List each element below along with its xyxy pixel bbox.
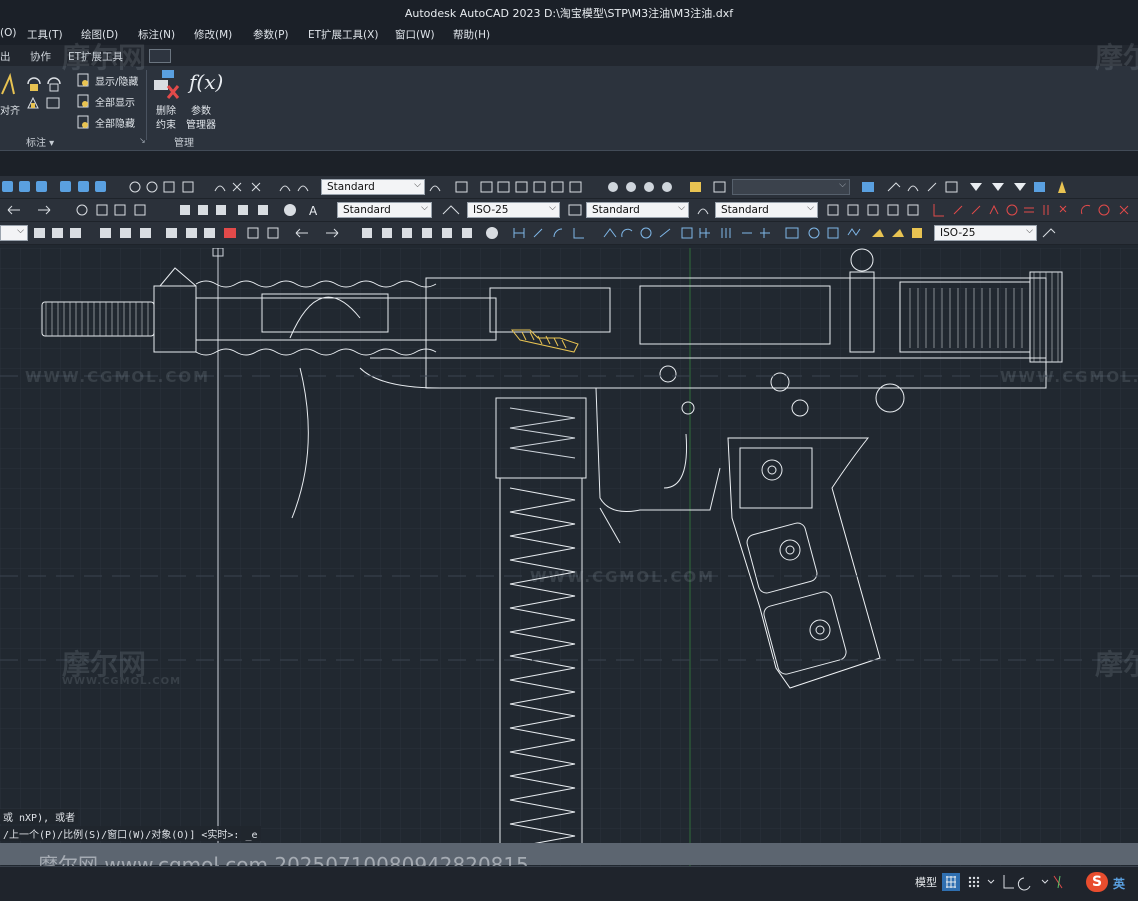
toolbar-3-icons-left[interactable] [30,225,500,241]
watermark-brand-1: 摩尔网 [62,41,147,74]
watermark-brand-2: 摩尔网 [1095,41,1138,74]
toolbar-1-icons-right[interactable] [858,179,1138,195]
chevron-down-icon: ⌵ [421,203,428,213]
status-bar-icons[interactable] [942,872,1082,892]
menu-item-format[interactable]: (O) [0,27,16,39]
ribbon-gap [0,151,1138,176]
window-title: Autodesk AutoCAD 2023 D:\淘宝模型\STP\M3注油\M… [404,7,734,20]
fx-parameters-icon[interactable]: f(x) [189,70,223,94]
ribbon-separator [146,70,147,140]
tab-overflow-button[interactable] [149,49,171,63]
menu-item-tools[interactable]: 工具(T) [27,27,63,42]
watermark-url-3: WWW.CGMOL.COM [530,568,716,586]
annotation-text-style-value: Standard [343,204,391,216]
menu-bar: (O) 工具(T) 绘图(D) 标注(N) 修改(M) 参数(P) ET扩展工具… [0,24,1138,45]
text-style-select[interactable]: Standard ⌵ [321,179,425,195]
table-style-select[interactable]: Standard ⌵ [586,202,689,218]
toolbar-2-icons-right[interactable] [824,202,1138,218]
menu-item-parametric[interactable]: 参数(P) [253,27,289,42]
show-all-button[interactable]: 全部显示 [95,94,135,109]
delete-constraint-label-1[interactable]: 删除 [156,102,176,117]
chevron-down-icon: ⌵ [678,203,685,213]
cad-drawing[interactable] [0,248,1138,868]
menu-item-window[interactable]: 窗口(W) [395,27,435,42]
table-style-icon[interactable] [566,202,586,218]
ime-logo-icon[interactable]: S [1086,872,1108,892]
model-space-button[interactable]: 模型 [915,874,937,890]
chevron-down-icon: ⌵ [549,203,556,213]
panel-title-annotate[interactable]: 标注 ▾ [26,134,54,149]
menu-item-modify[interactable]: 修改(M) [194,27,232,42]
annotation-text-style-select[interactable]: Standard ⌵ [337,202,432,218]
multileader-style-value: Standard [721,204,769,216]
toolbar-row-3: ⌵ ISO-25 ⌵ [0,222,1138,245]
watermark-url-1: WWW.CGMOL.COM [25,368,211,386]
dimension-style-value: ISO-25 [473,204,509,216]
layer-state-select[interactable]: ⌵ [0,225,28,241]
text-style-value: Standard [327,181,375,193]
chevron-down-icon: ⌵ [1026,226,1033,236]
menu-item-help[interactable]: 帮助(H) [453,27,490,42]
svg-text:A: A [309,204,318,218]
title-bar: Autodesk AutoCAD 2023 D:\淘宝模型\STP\M3注油\M… [0,0,1138,24]
dim-style-icon[interactable] [440,202,464,218]
toolbar-1-icons-left[interactable] [0,179,320,195]
toolbar-1-icons-mid[interactable] [428,179,728,195]
drawing-canvas[interactable]: 摩尔网 摩尔网 WWW.CGMOL.COM WWW.CGMOL.COM WWW.… [0,41,1138,868]
command-prompt-line[interactable]: /上一个(P)/比例(S)/窗口(W)/对象(O)] <实时>: _e [0,826,261,841]
toolbar-row-1: Standard ⌵ ⌵ [0,176,1138,199]
tab-collaborate[interactable]: 协作 [30,49,51,64]
watermark-url-2: WWW.CGMOL.COM [1000,368,1138,386]
ribbon-panel: 对齐 显示/隐藏 全部显示 全部隐藏 删除 约束 f(x) 参数 管理器 标注 … [0,66,1138,151]
dimension-style-select[interactable]: ISO-25 ⌵ [467,202,560,218]
chevron-down-icon: ⌵ [839,180,846,190]
dimension-style-select-2[interactable]: ISO-25 ⌵ [934,225,1037,241]
hide-all-button[interactable]: 全部隐藏 [95,115,135,130]
dimension-tools-icons-row[interactable] [510,225,930,241]
chevron-down-icon: ⌵ [17,226,24,236]
delete-constraint-label-2[interactable]: 约束 [156,116,176,131]
param-manager-label-2[interactable]: 管理器 [186,116,216,131]
ime-language-label[interactable]: 英 [1113,875,1125,892]
param-manager-label-1[interactable]: 参数 [191,102,211,117]
table-style-value: Standard [592,204,640,216]
tab-output[interactable]: 出 [0,49,11,64]
multileader-style-select[interactable]: Standard ⌵ [715,202,818,218]
watermark-url-4: WWW.CGMOL.COM [62,676,182,687]
delete-constraint-icon[interactable] [152,68,180,102]
visibility-icons [77,73,89,129]
toolbar-2-icons-left[interactable]: A [0,202,330,218]
align-label: 对齐 [0,106,20,117]
chevron-down-icon: ⌵ [807,203,814,213]
panel-launcher-icon[interactable]: ↘ [139,136,146,145]
chevron-down-icon: ⌵ [414,180,421,190]
watermark-brand-4: 摩尔网 [1095,648,1138,681]
toolbar-row-2: A Standard ⌵ ISO-25 ⌵ Standard ⌵ Standard ⌵ [0,199,1138,222]
dim-update-icon[interactable] [1040,225,1060,241]
ribbon-tab-bar: 出 协作 ET扩展工具 [0,45,1138,67]
menu-item-et-tools[interactable]: ET扩展工具(X) [308,27,378,42]
command-history-line: 或 nXP), 或者 [0,809,79,824]
panel-title-manage: 管理 [174,138,194,149]
layer-select[interactable]: ⌵ [732,179,850,195]
mleader-style-icon[interactable] [695,202,715,218]
dimension-style-value-2: ISO-25 [940,227,976,239]
